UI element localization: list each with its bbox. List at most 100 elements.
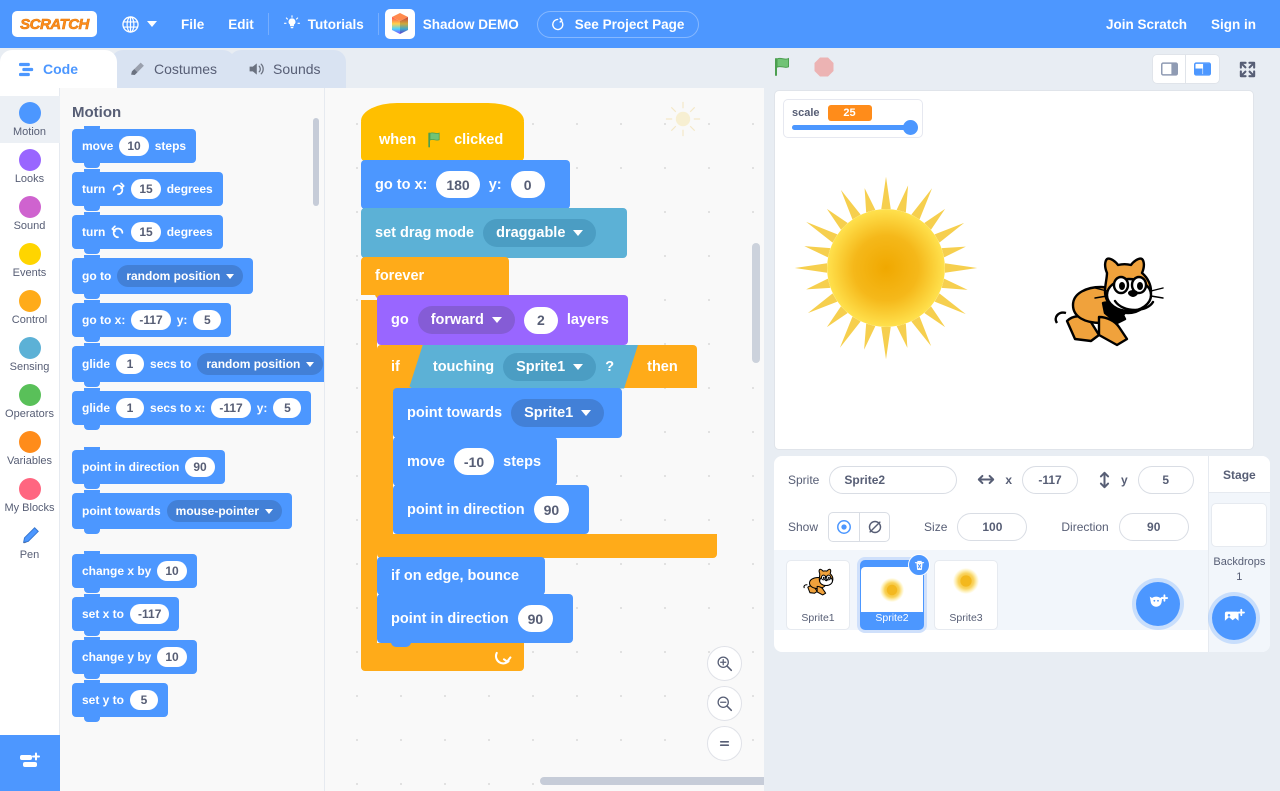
zoom-out-button[interactable]	[707, 686, 742, 721]
variable-monitor-scale[interactable]: scale 25	[783, 99, 923, 138]
code-vertical-scrollbar[interactable]	[752, 243, 760, 363]
block-dropdown[interactable]: mouse-pointer	[166, 500, 283, 522]
palette-block-set-x[interactable]: set x to -117	[72, 594, 180, 636]
large-stage-button[interactable]	[1186, 54, 1220, 84]
category-operators[interactable]: Operators	[0, 378, 60, 425]
block-go-layers[interactable]: go forward 2 layers	[377, 295, 628, 349]
category-events[interactable]: Events	[0, 237, 60, 284]
category-sound[interactable]: Sound	[0, 190, 60, 237]
block-input[interactable]: 90	[517, 605, 554, 632]
stage-sprite-sun[interactable]	[791, 173, 981, 363]
block-move-steps[interactable]: move -10 steps	[393, 437, 557, 490]
if-header[interactable]: if touching Sprite1 ? then	[377, 345, 697, 392]
palette-block-change-y[interactable]: change y by 10	[72, 637, 197, 679]
block-input-y[interactable]: 5	[273, 398, 302, 418]
block-input-y[interactable]: 0	[510, 171, 545, 198]
sign-in-button[interactable]: Sign in	[1199, 0, 1268, 48]
category-variables[interactable]: Variables	[0, 425, 60, 472]
zoom-in-button[interactable]	[707, 646, 742, 681]
block-dropdown[interactable]: Sprite1	[511, 399, 605, 427]
menu-file[interactable]: File	[169, 0, 216, 48]
category-motion[interactable]: Motion	[0, 96, 60, 143]
monitor-slider[interactable]	[792, 120, 918, 135]
code-workspace[interactable]: when clicked go to x: 180 y: 0 set drag …	[325, 88, 764, 791]
block-input[interactable]: 1	[116, 354, 145, 374]
zoom-reset-button[interactable]	[707, 726, 742, 761]
script-stack[interactable]: when clicked go to x: 180 y: 0 set drag …	[361, 103, 717, 671]
small-stage-button[interactable]	[1152, 54, 1186, 84]
green-flag-icon[interactable]	[770, 54, 796, 80]
palette-block-move[interactable]: move 10 steps	[72, 126, 197, 168]
menu-edit[interactable]: Edit	[216, 0, 266, 48]
block-if-then[interactable]: if touching Sprite1 ? then point towards…	[377, 345, 717, 562]
sprite-show-toggle[interactable]	[828, 511, 891, 542]
block-input-y[interactable]: 5	[193, 310, 222, 330]
palette-block-turn-left[interactable]: turn 15 degrees	[72, 212, 223, 254]
scratch-logo[interactable]: SCRATCH	[12, 11, 97, 37]
palette-block-change-x[interactable]: change x by 10	[72, 551, 197, 593]
block-set-drag-mode[interactable]: set drag mode draggable	[361, 208, 627, 262]
code-canvas[interactable]: when clicked go to x: 180 y: 0 set drag …	[325, 88, 764, 791]
palette-block-point-direction[interactable]: point in direction 90	[72, 447, 225, 489]
block-input[interactable]: 10	[157, 647, 187, 667]
block-input[interactable]: 90	[185, 457, 215, 477]
block-input[interactable]: 10	[119, 136, 149, 156]
add-backdrop-button[interactable]	[1212, 596, 1256, 640]
add-extension-button[interactable]	[0, 735, 60, 791]
sprite-hide-button[interactable]	[859, 512, 889, 541]
sprite-x-input[interactable]: -117	[1022, 465, 1079, 494]
block-go-to-xy[interactable]: go to x: 180 y: 0	[361, 160, 570, 213]
palette-scrollbar[interactable]	[313, 118, 319, 206]
stage[interactable]: scale 25	[774, 90, 1254, 450]
block-input[interactable]: 2	[523, 306, 558, 334]
sprite-size-input[interactable]: 100	[957, 512, 1028, 541]
tab-sounds[interactable]: Sounds	[229, 50, 347, 88]
palette-block-point-towards[interactable]: point towards mouse-pointer	[72, 490, 293, 534]
block-input[interactable]: 5	[130, 690, 159, 710]
block-input-x[interactable]: 180	[436, 171, 480, 198]
block-forever[interactable]: forever go forward 2 layers if touching …	[361, 257, 717, 671]
block-dropdown[interactable]: forward	[417, 306, 515, 334]
palette-block-gotoxy[interactable]: go to x: -117 y: 5	[72, 300, 232, 342]
stage-panel[interactable]: Stage Backdrops 1	[1207, 456, 1270, 652]
see-project-page-button[interactable]: See Project Page	[536, 10, 700, 38]
sprite-card-sprite2[interactable]: Sprite2	[860, 554, 930, 630]
block-dropdown[interactable]: draggable	[483, 219, 597, 247]
block-if-on-edge-bounce[interactable]: if on edge, bounce	[377, 557, 545, 599]
block-input[interactable]: 10	[157, 561, 187, 581]
block-input-x[interactable]: -117	[211, 398, 251, 418]
palette-block-turn-right[interactable]: turn 15 degrees	[72, 169, 223, 211]
sprite-name-input[interactable]: Sprite2	[829, 465, 958, 494]
fullscreen-button[interactable]	[1230, 54, 1264, 84]
sprite-y-input[interactable]: 5	[1137, 465, 1194, 494]
code-horizontal-scrollbar[interactable]	[540, 777, 764, 785]
block-palette[interactable]: Motion move 10 steps turn 15 degrees tur…	[60, 88, 325, 791]
block-point-towards[interactable]: point towards Sprite1	[393, 388, 622, 442]
block-point-in-direction-inner[interactable]: point in direction 90	[393, 485, 589, 538]
language-selector[interactable]	[109, 0, 169, 48]
block-input[interactable]: -117	[130, 604, 170, 624]
block-input[interactable]: 15	[131, 179, 161, 199]
block-input[interactable]: -10	[453, 448, 495, 475]
block-input[interactable]: 1	[116, 398, 145, 418]
category-sensing[interactable]: Sensing	[0, 331, 60, 378]
join-scratch-button[interactable]: Join Scratch	[1094, 0, 1199, 48]
sprite-direction-input[interactable]: 90	[1118, 512, 1189, 541]
palette-block-glide-to[interactable]: glide 1 secs to random position	[72, 343, 324, 387]
add-sprite-button[interactable]	[1136, 582, 1180, 626]
sprite-show-button[interactable]	[829, 513, 859, 541]
sprite-card-sprite3[interactable]: Sprite3	[934, 560, 998, 630]
monitor-slider-knob[interactable]	[903, 120, 918, 135]
block-dropdown[interactable]: random position	[197, 353, 324, 375]
forever-header[interactable]: forever	[361, 257, 509, 299]
block-input[interactable]: 90	[533, 496, 570, 523]
block-when-flag-clicked[interactable]: when clicked	[361, 103, 524, 161]
category-looks[interactable]: Looks	[0, 143, 60, 190]
tab-code[interactable]: Code	[0, 50, 117, 88]
stage-backdrop-thumbnail[interactable]	[1211, 503, 1268, 547]
category-control[interactable]: Control	[0, 284, 60, 331]
project-title[interactable]: Shadow DEMO	[423, 0, 531, 48]
stop-icon[interactable]	[812, 55, 836, 79]
block-touching-condition[interactable]: touching Sprite1 ?	[409, 345, 638, 389]
category-my-blocks[interactable]: My Blocks	[0, 472, 60, 519]
